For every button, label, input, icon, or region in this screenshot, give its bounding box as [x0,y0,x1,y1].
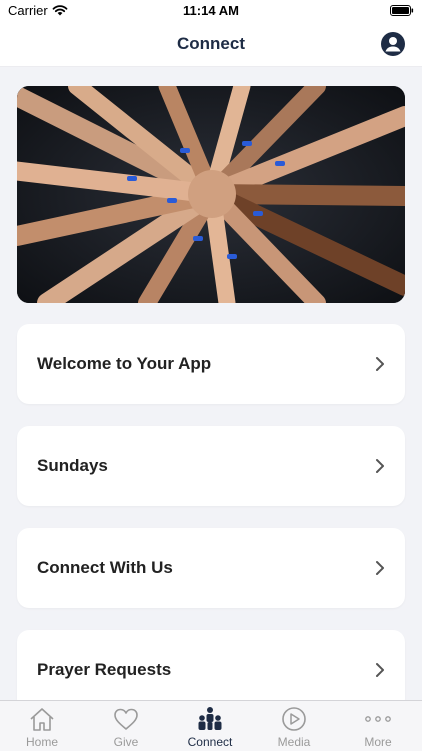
status-time: 11:14 AM [183,3,239,18]
menu-card-label: Welcome to Your App [37,354,212,373]
menu-card-label: Sundays [37,456,108,475]
page-title: Connect [177,34,245,53]
menu-card-connect-with-us[interactable]: Connect With Us [17,528,405,608]
tab-media[interactable]: Media [252,701,336,751]
tab-label: Connect [187,735,233,749]
status-bar: Carrier 11:14 AM [0,0,422,22]
people-icon [198,707,222,730]
profile-button[interactable] [381,32,405,56]
chevron-right-icon [376,357,384,371]
menu-card-prayer-requests[interactable]: Prayer Requests [17,630,405,700]
menu-card-welcome[interactable]: Welcome to Your App [17,324,405,404]
home-icon [30,708,54,731]
tab-home[interactable]: Home [0,701,84,751]
menu-card-label: Connect With Us [37,558,173,577]
battery-icon [390,5,414,16]
menu-card-sundays[interactable]: Sundays [17,426,405,506]
tab-label: More [364,735,392,749]
play-icon [282,707,306,731]
nav-bar: Connect [0,22,422,67]
tab-bar: Home Give Connect Media More [0,700,422,751]
tab-more[interactable]: More [336,701,420,751]
tab-connect[interactable]: Connect [168,701,252,751]
chevron-right-icon [376,459,384,473]
more-icon [365,716,391,722]
heart-icon [114,708,138,730]
content-area[interactable]: Welcome to Your App Sundays Connect With… [0,67,422,700]
chevron-right-icon [376,561,384,575]
hero-image [17,86,405,303]
tab-label: Give [113,735,139,749]
menu-card-label: Prayer Requests [37,660,172,679]
tab-label: Home [25,735,58,749]
tab-label: Media [277,735,311,749]
chevron-right-icon [376,663,384,677]
tab-give[interactable]: Give [84,701,168,751]
